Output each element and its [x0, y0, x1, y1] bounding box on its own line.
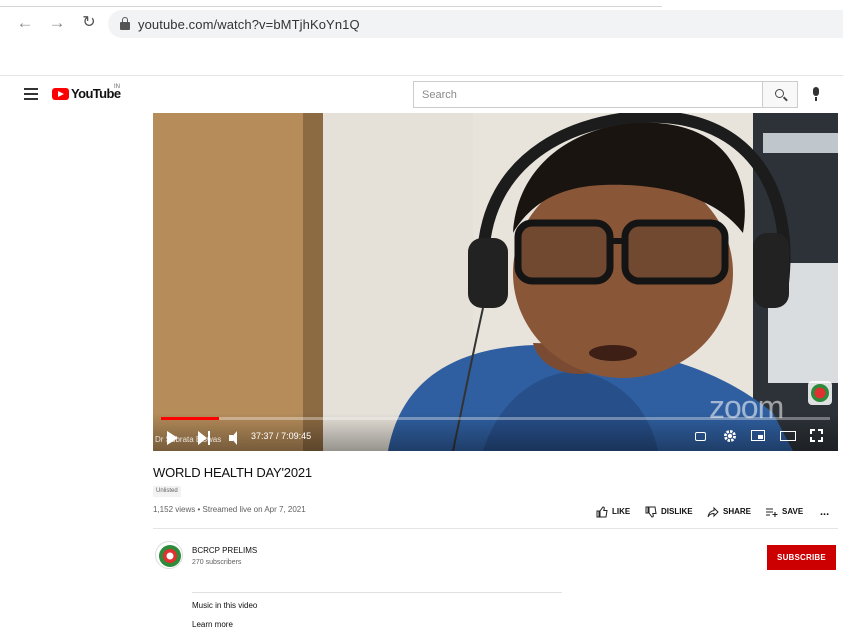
miniplayer-icon[interactable] — [751, 430, 765, 441]
address-bar[interactable]: youtube.com/watch?v=bMTjhKoYn1Q — [108, 10, 843, 38]
like-button[interactable]: LIKE — [596, 505, 630, 519]
progress-bar-fill — [161, 417, 220, 420]
stream-date: Streamed live on Apr 7, 2021 — [202, 505, 306, 514]
search-icon — [775, 89, 784, 98]
arrow-left-icon[interactable]: ← — [16, 14, 34, 32]
more-actions-button[interactable]: ... — [820, 505, 829, 519]
volume-icon[interactable] — [229, 431, 243, 445]
share-label: SHARE — [723, 507, 752, 516]
browser-toolbar: ← → ↻ youtube.com/watch?v=bMTjhKoYn1Q — [0, 0, 843, 44]
save-label: SAVE — [782, 507, 804, 516]
reload-icon[interactable]: ↻ — [80, 14, 98, 32]
duration: 7:09:45 — [281, 431, 312, 441]
current-time: 37:37 — [251, 431, 274, 441]
view-meta: 1,152 views • Streamed live on Apr 7, 20… — [153, 505, 306, 514]
tab-strip-edge — [0, 6, 662, 7]
channel-avatar[interactable] — [155, 541, 183, 569]
progress-bar[interactable] — [161, 417, 830, 420]
youtube-play-icon — [52, 88, 69, 100]
unlisted-badge: Unlisted — [153, 486, 181, 497]
channel-name[interactable]: BCRCP PRELIMS — [192, 546, 257, 555]
music-divider — [192, 592, 562, 593]
video-title: WORLD HEALTH DAY'2021 — [153, 465, 312, 480]
subscribe-button[interactable]: SUBSCRIBE — [767, 545, 836, 570]
fullscreen-icon[interactable] — [810, 429, 823, 442]
captions-icon[interactable] — [695, 432, 706, 441]
youtube-masthead: YouTube IN — [0, 76, 843, 114]
next-icon[interactable] — [198, 431, 212, 445]
arrow-right-icon[interactable]: → — [48, 14, 66, 32]
meta-separator: • — [197, 505, 201, 514]
gear-icon[interactable] — [723, 429, 737, 443]
save-button[interactable]: SAVE — [766, 505, 803, 519]
lock-icon — [120, 17, 130, 30]
play-icon[interactable] — [167, 431, 178, 445]
theater-mode-icon[interactable] — [780, 431, 796, 441]
info-divider — [153, 528, 838, 529]
dislike-label: DISLIKE — [661, 507, 693, 516]
search-button[interactable] — [762, 81, 798, 108]
video-player[interactable]: zoom Dr Subrata Biswas 37:37 / 7:09:45 — [153, 113, 838, 451]
hamburger-icon[interactable] — [24, 88, 38, 100]
thumbs-up-icon — [596, 506, 608, 518]
time-display: 37:37 / 7:09:45 — [251, 431, 311, 441]
view-count: 1,152 views — [153, 505, 196, 514]
playlist-add-icon — [766, 508, 778, 517]
like-label: LIKE — [612, 507, 631, 516]
dislike-button[interactable]: DISLIKE — [645, 505, 693, 519]
share-button[interactable]: SHARE — [707, 505, 751, 519]
search-input[interactable] — [413, 81, 762, 108]
channel-logo-badge — [808, 381, 832, 405]
subscriber-count: 270 subscribers — [192, 559, 242, 566]
share-icon — [707, 506, 719, 518]
country-code: IN — [114, 84, 120, 90]
learn-more-link[interactable]: Learn more — [192, 620, 233, 629]
music-section-heading: Music in this video — [192, 601, 258, 610]
microphone-icon[interactable] — [810, 87, 822, 103]
thumbs-down-icon — [645, 506, 657, 518]
address-url: youtube.com/watch?v=bMTjhKoYn1Q — [138, 17, 360, 32]
